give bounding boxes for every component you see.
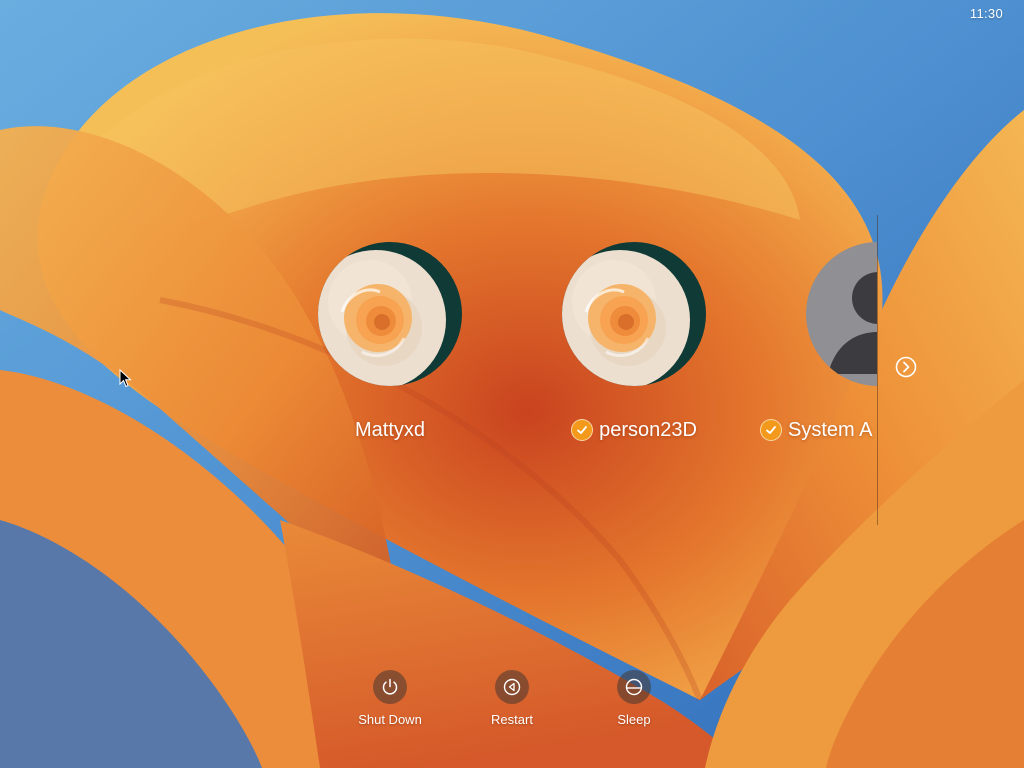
user-tile-person23d[interactable]: person23D [524,242,744,444]
restart-label: Restart [491,712,533,727]
menu-bar-clock: 11:30 [969,6,1003,21]
user-avatar[interactable] [318,242,462,386]
chevron-right-circle-icon [895,356,917,378]
user-name-label: person23D [599,418,697,441]
next-users-button[interactable] [895,356,917,378]
user-tile-clip: System A [760,200,877,540]
sleep-icon [625,678,643,696]
shut-down-button[interactable]: Shut Down [340,670,440,727]
generic-user-avatar [806,242,877,386]
login-screen: 11:30 Mattyxd person23D System A Shut Do… [0,0,1024,768]
checkmark-icon [760,419,782,441]
mouse-pointer-icon [119,369,132,388]
user-avatar[interactable] [562,242,706,386]
sleep-label: Sleep [617,712,651,727]
rose-avatar [562,242,706,386]
user-tile-system-a[interactable]: System A [760,242,877,444]
rose-avatar [318,242,462,386]
sleep-button[interactable]: Sleep [584,670,684,727]
restart-button[interactable]: Restart [462,670,562,727]
restart-icon [503,678,521,696]
user-name-label: System A [788,418,873,441]
power-icon [382,678,398,695]
checkmark-icon [571,419,594,441]
user-name-label: Mattyxd [354,418,426,441]
user-avatar[interactable] [806,242,877,386]
user-tile-mattyxd[interactable]: Mattyxd [280,242,500,444]
user-list-edge [877,215,878,525]
shut-down-label: Shut Down [358,712,422,727]
